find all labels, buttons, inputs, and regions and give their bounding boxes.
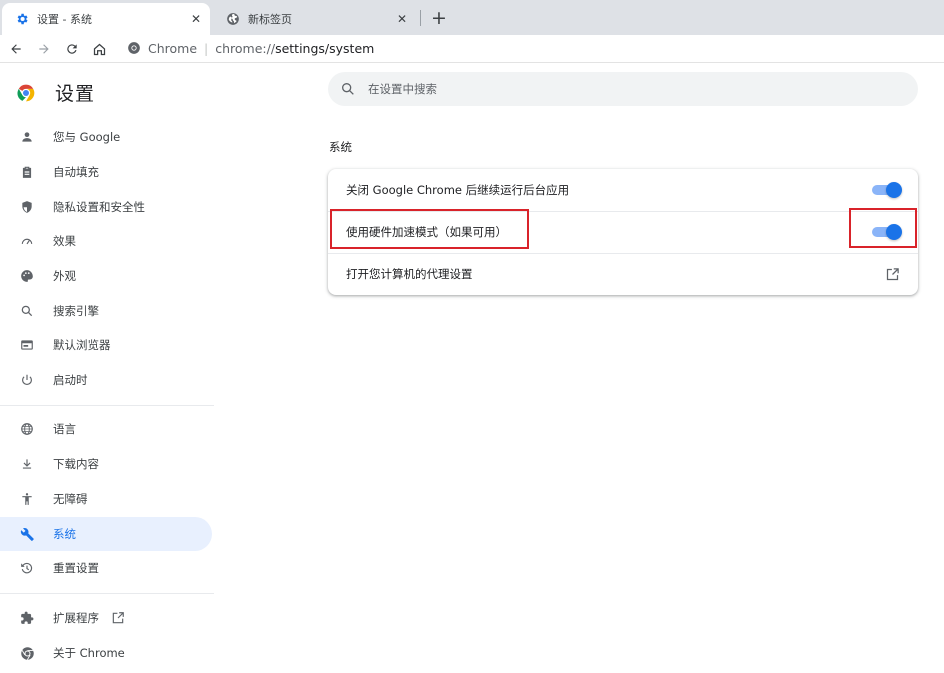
sidebar-item-appearance[interactable]: 外观 [0,259,212,293]
sidebar-item-you-and-google[interactable]: 您与 Google [0,120,212,154]
background-apps-toggle[interactable] [872,182,902,198]
accessibility-icon [19,491,35,507]
sidebar-item-reset-settings[interactable]: 重置设置 [0,551,212,585]
search-icon [342,83,354,95]
home-button[interactable] [89,39,109,59]
tab-settings-system[interactable]: 设置 - 系统 ✕ [2,3,210,35]
close-tab-icon[interactable]: ✕ [394,11,410,27]
search-icon [19,303,35,319]
chrome-site-icon [128,42,140,54]
sidebar-item-label: 关于 Chrome [53,646,125,660]
globe-icon [19,421,35,437]
setting-label: 关闭 Google Chrome 后继续运行后台应用 [346,183,570,197]
globe-icon [225,11,241,27]
highlight-box-label [330,209,529,249]
sidebar-item-on-startup[interactable]: 启动时 [0,363,212,397]
sidebar-item-privacy[interactable]: 隐私设置和安全性 [0,190,212,224]
sidebar-item-label: 扩展程序 [53,611,99,625]
back-button[interactable] [6,39,26,59]
close-tab-icon[interactable]: ✕ [188,11,204,27]
shield-icon [19,199,35,215]
sidebar-item-languages[interactable]: 语言 [0,412,212,446]
sidebar-item-label: 您与 Google [53,130,121,144]
sidebar-item-label: 下载内容 [53,457,99,471]
chrome-logo-icon [17,84,35,101]
sidebar-item-label: 重置设置 [53,561,99,575]
setting-row-proxy-settings[interactable]: 打开您计算机的代理设置 [328,253,918,295]
download-icon [19,456,35,472]
sidebar-item-label: 默认浏览器 [53,338,111,352]
sidebar-item-label: 隐私设置和安全性 [53,200,145,214]
open-in-new-icon [111,611,125,625]
tab-new-tab[interactable]: 新标签页 ✕ [213,3,416,35]
sidebar-item-performance[interactable]: 效果 [0,224,212,258]
settings-header: 设置 [16,79,95,106]
history-icon [19,560,35,576]
wrench-icon [19,526,35,542]
tab-strip: 设置 - 系统 ✕ 新标签页 ✕ + [0,0,944,35]
home-icon [93,43,105,55]
sidebar-item-extensions[interactable]: 扩展程序 [0,601,212,635]
reload-icon [67,44,77,54]
highlight-box-toggle [849,208,917,248]
toggle-knob [886,182,902,198]
sidebar-item-label: 效果 [53,234,76,248]
palette-icon [19,268,35,284]
setting-label: 打开您计算机的代理设置 [346,267,473,281]
tab-title: 新标签页 [248,13,292,26]
sidebar-item-label: 外观 [53,269,76,283]
site-chip-label: Chrome [148,40,198,56]
sidebar-divider [0,405,214,406]
person-icon [19,129,35,145]
sidebar-item-autofill[interactable]: 自动填充 [0,155,212,189]
sidebar-item-downloads[interactable]: 下载内容 [0,447,212,481]
new-tab-button[interactable]: + [429,7,449,29]
gear-icon [14,11,30,27]
chrome-logo-icon [19,645,35,661]
clipboard-icon [19,164,35,180]
address-bar[interactable]: Chrome | chrome://settings/system [121,36,944,60]
puzzle-icon [19,610,35,626]
sidebar-item-search-engine[interactable]: 搜索引擎 [0,294,212,328]
setting-row-background-apps[interactable]: 关闭 Google Chrome 后继续运行后台应用 [328,169,918,211]
sidebar-item-label: 搜索引擎 [53,304,99,318]
browser-icon [19,337,35,353]
url-scheme: chrome:// [215,40,276,56]
section-title: 系统 [329,140,352,154]
power-icon [19,372,35,388]
sidebar-item-label: 自动填充 [53,165,99,179]
sidebar-item-accessibility[interactable]: 无障碍 [0,482,212,516]
browser-toolbar: Chrome | chrome://settings/system [0,35,944,63]
sidebar-divider [0,593,214,594]
tab-title: 设置 - 系统 [37,13,92,26]
sidebar-item-label: 系统 [53,527,76,541]
tab-divider [420,10,421,26]
reload-button[interactable] [62,39,82,59]
settings-search-box[interactable] [328,72,918,106]
sidebar-item-label: 启动时 [53,373,88,387]
sidebar-item-system[interactable]: 系统 [0,517,212,551]
speedometer-icon [19,233,35,249]
forward-arrow-icon [39,44,49,54]
sidebar-item-label: 无障碍 [53,492,88,506]
sidebar-item-about-chrome[interactable]: 关于 Chrome [0,636,212,670]
forward-button[interactable] [34,39,54,59]
sidebar-item-label: 语言 [53,422,76,436]
url-path: settings/system [275,40,375,56]
back-arrow-icon [11,44,21,54]
page-title: 设置 [55,83,96,105]
search-input[interactable] [368,82,868,96]
sidebar-item-default-browser[interactable]: 默认浏览器 [0,328,212,362]
open-in-new-icon[interactable] [884,266,900,282]
omnibox-separator: | [204,40,209,56]
